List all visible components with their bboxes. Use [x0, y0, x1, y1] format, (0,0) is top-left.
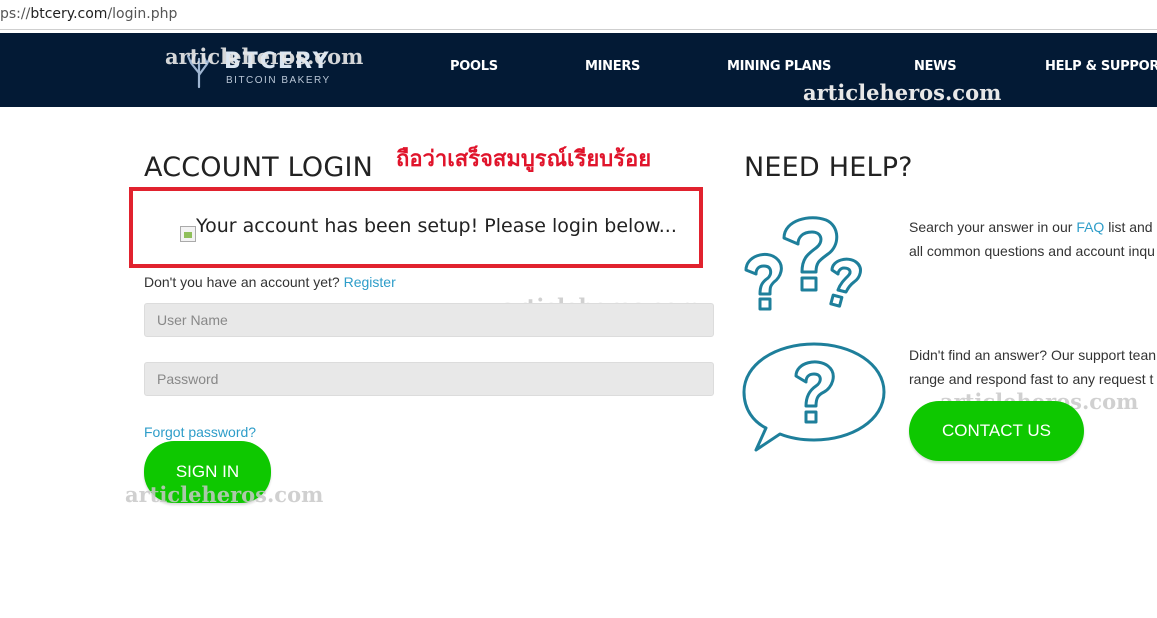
support-line-2: range and respond fast to any request t: [909, 371, 1154, 387]
no-account-prompt: Don't you have an account yet? Register: [144, 274, 396, 290]
forgot-password-link[interactable]: Forgot password?: [144, 424, 256, 440]
register-link[interactable]: Register: [344, 274, 396, 290]
nav-miners[interactable]: MINERS: [585, 59, 640, 74]
nav-pools[interactable]: POOLS: [450, 59, 498, 74]
watermark: articleheros.com: [165, 44, 364, 69]
speech-bubble-question-icon: [742, 342, 886, 452]
watermark: articleheros.com: [125, 482, 324, 507]
logo-tagline: BITCOIN BAKERY: [226, 75, 331, 86]
nav-news[interactable]: NEWS: [914, 59, 957, 74]
contact-us-button[interactable]: CONTACT US: [909, 401, 1084, 461]
need-help-heading: NEED HELP?: [744, 152, 913, 183]
faq-help-text: Search your answer in our FAQ list and a…: [909, 215, 1155, 263]
username-input[interactable]: [144, 303, 714, 337]
account-login-heading: ACCOUNT LOGIN: [144, 152, 374, 183]
watermark: articleheros.com: [803, 80, 1002, 105]
nav-mining-plans[interactable]: MINING PLANS: [727, 59, 831, 74]
no-account-text: Don't you have an account yet?: [144, 274, 340, 290]
support-help-text: Didn't find an answer? Our support tean …: [909, 343, 1156, 391]
url-text[interactable]: ps://btcery.com/login.php: [0, 6, 177, 22]
support-line-1: Didn't find an answer? Our support tean: [909, 347, 1157, 363]
browser-url-bar[interactable]: ps://btcery.com/login.php: [0, 0, 1157, 30]
nav-help-support[interactable]: HELP & SUPPORT: [1045, 59, 1157, 74]
faq-link[interactable]: FAQ: [1076, 219, 1104, 235]
password-input[interactable]: [144, 362, 714, 396]
thai-annotation: ถือว่าเสร็จสมบูรณ์เรียบร้อย: [396, 147, 652, 172]
faq-line-2: all common questions and account inqu: [909, 243, 1155, 259]
faq-line-1: Search your answer in our FAQ list and: [909, 219, 1153, 235]
setup-success-message: Your account has been setup! Please logi…: [196, 215, 677, 237]
question-marks-icon: [744, 216, 862, 311]
broken-image-icon: [180, 226, 196, 242]
